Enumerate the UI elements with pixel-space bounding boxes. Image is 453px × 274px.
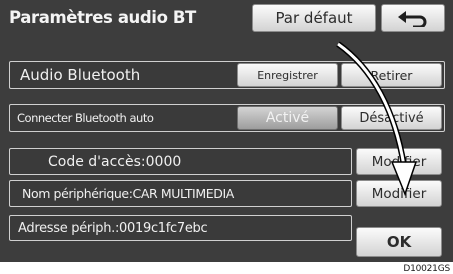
page-title: Paramètres audio BT — [9, 8, 196, 27]
ok-button[interactable]: OK — [356, 227, 442, 257]
screen: Paramètres audio BT Par défaut Audio Blu… — [0, 0, 453, 262]
bluetooth-audio-label: Audio Bluetooth — [20, 66, 141, 84]
device-name-modify-label: Modifier — [371, 185, 427, 202]
register-button[interactable]: Enregistrer — [237, 63, 338, 87]
auto-connect-on-label: Activé — [265, 110, 310, 126]
passkey-label: Code d'accès:0000 — [48, 153, 182, 170]
return-arrow-icon — [398, 11, 427, 27]
auto-connect-off-button[interactable]: Désactivé — [341, 106, 442, 130]
passkey-row: Code d'accès:0000 — [9, 148, 352, 175]
auto-connect-on-button[interactable]: Activé — [237, 106, 338, 130]
auto-connect-off-label: Désactivé — [359, 110, 424, 126]
device-name-row: Nom périphérique:CAR MULTIMEDIA — [9, 180, 352, 207]
device-name-modify-button[interactable]: Modifier — [356, 180, 442, 207]
auto-connect-label: Connecter Bluetooth auto — [17, 111, 154, 125]
remove-button-label: Retirer — [370, 67, 413, 83]
register-button-label: Enregistrer — [257, 68, 318, 82]
remove-button[interactable]: Retirer — [341, 63, 442, 87]
device-address-label: Adresse périph.:0019c1fc7ebc — [18, 220, 208, 236]
device-address-row: Adresse périph.:0019c1fc7ebc — [9, 215, 352, 241]
back-button[interactable] — [381, 4, 445, 32]
default-button-label: Par défaut — [275, 9, 353, 27]
default-button[interactable]: Par défaut — [252, 4, 376, 32]
ok-button-label: OK — [386, 233, 412, 251]
device-name-label: Nom périphérique:CAR MULTIMEDIA — [22, 186, 234, 201]
passkey-modify-button[interactable]: Modifier — [356, 148, 442, 175]
passkey-modify-label: Modifier — [371, 153, 427, 170]
image-code: D10021GS — [403, 264, 450, 274]
